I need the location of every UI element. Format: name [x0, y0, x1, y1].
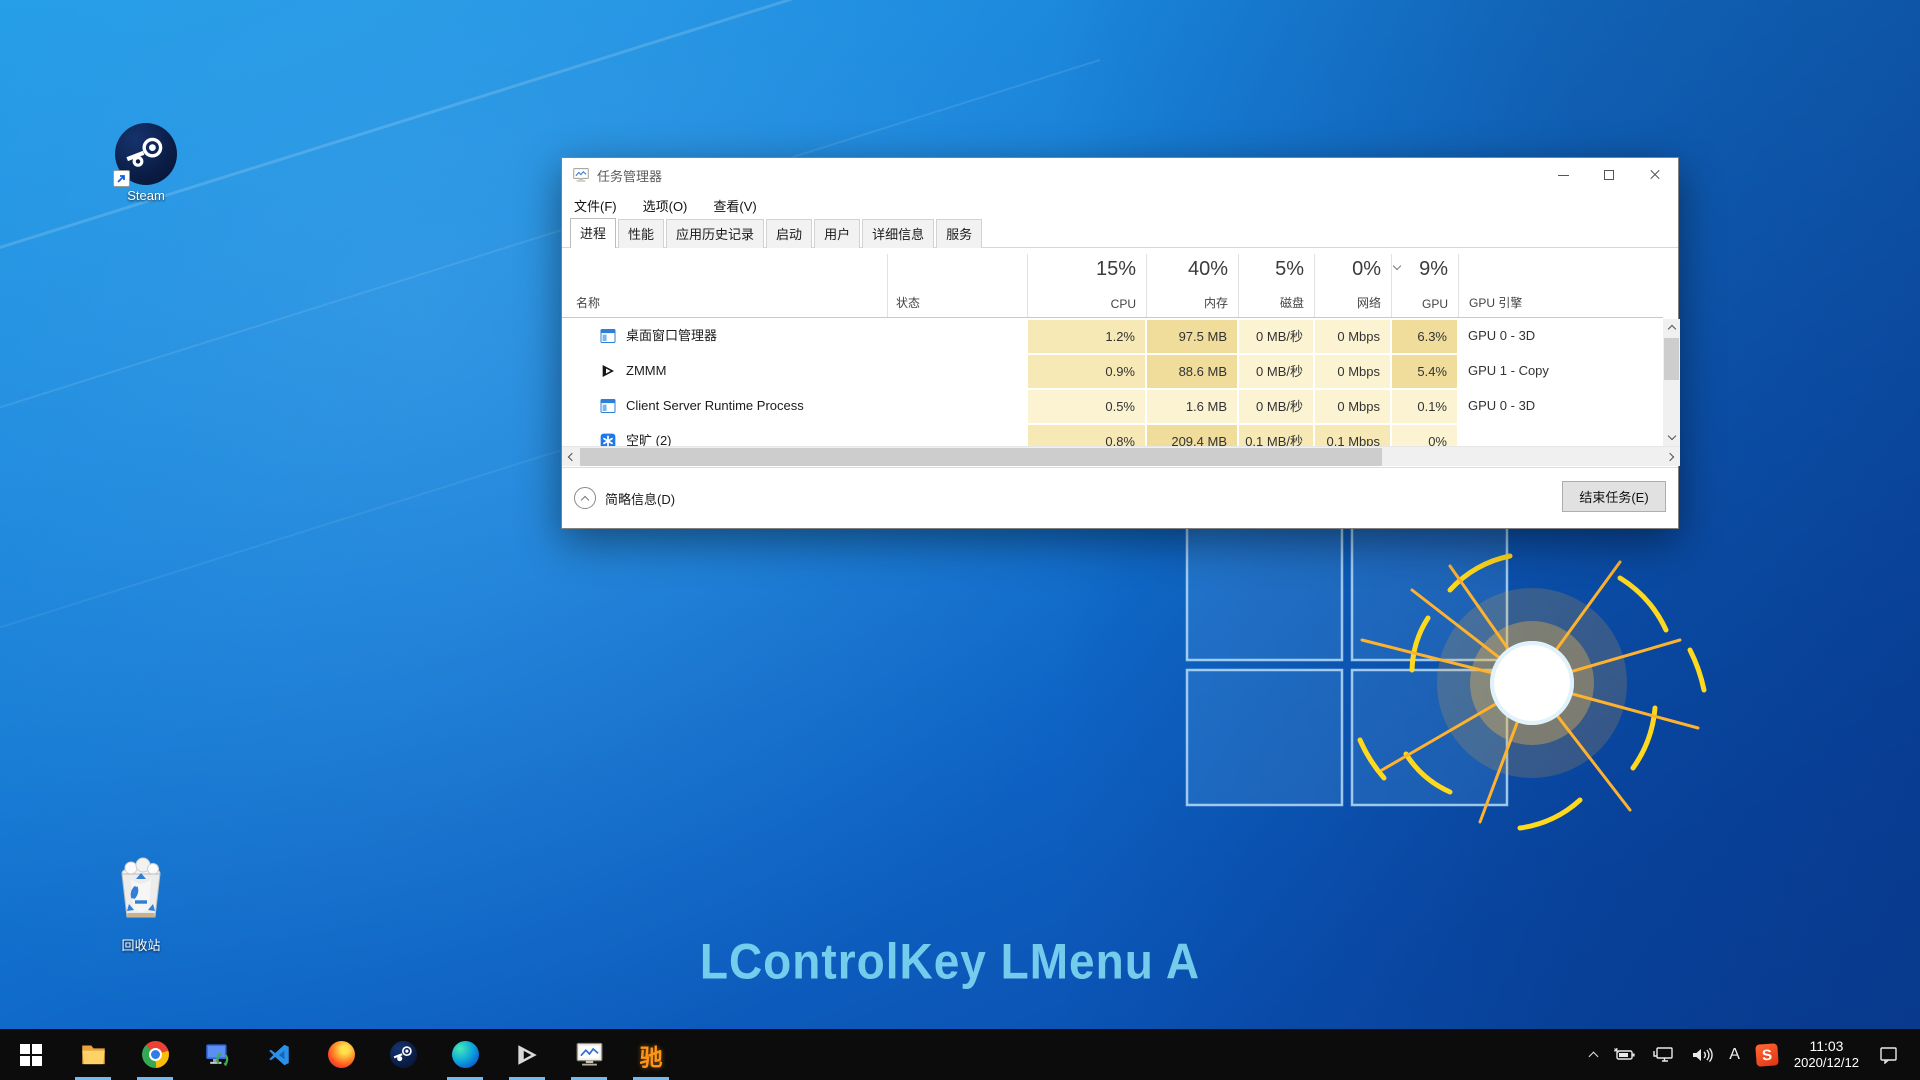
tab-details[interactable]: 详细信息: [862, 219, 934, 248]
column-header-memory[interactable]: 40% 内存: [1146, 254, 1238, 317]
watermark-text: LControlKey LMenu A: [700, 932, 1200, 990]
tray-chevron-up[interactable]: [1582, 1029, 1605, 1080]
vertical-scroll-thumb[interactable]: [1664, 338, 1679, 380]
firefox-icon: [328, 1041, 355, 1068]
windows-logo-spark: [1150, 470, 1770, 930]
close-icon: [1649, 169, 1661, 181]
menu-options[interactable]: 选项(O): [643, 196, 688, 215]
window-icon: [600, 398, 616, 414]
column-header-disk[interactable]: 5% 磁盘: [1238, 254, 1314, 317]
scroll-left-button[interactable]: [562, 448, 579, 466]
taskbar-item-remote-desktop[interactable]: [186, 1029, 248, 1080]
taskbar-item-steam[interactable]: [372, 1029, 434, 1080]
clock-date: 2020/12/12: [1794, 1055, 1859, 1071]
task-manager-window: 任务管理器 文件(F) 选项(O) 查看(V) 进程 性能 应用历史记录 启动 …: [561, 157, 1679, 529]
network-icon[interactable]: [1645, 1029, 1683, 1080]
desktop-icon-label: Steam: [98, 188, 194, 203]
expand-chevron-icon[interactable]: [578, 438, 587, 446]
desktop: { "desktop": { "watermark": "LControlKey…: [0, 0, 1920, 1080]
task-manager-icon: [576, 1042, 603, 1067]
unity-icon: [514, 1042, 540, 1068]
start-button[interactable]: [0, 1029, 62, 1080]
chrome-icon: [142, 1041, 169, 1068]
battery-icon[interactable]: [1605, 1029, 1645, 1080]
column-header-status[interactable]: 状态: [887, 254, 1027, 317]
edge-icon: [452, 1041, 479, 1068]
column-header-name[interactable]: 名称: [562, 254, 887, 317]
table-header: 名称 状态 15% CPU 40% 内存 5% 磁盘 0% 网络 9% GPU …: [562, 254, 1663, 318]
column-header-cpu[interactable]: 15% CPU: [1027, 254, 1146, 317]
vertical-scrollbar[interactable]: [1663, 319, 1680, 446]
menu-view[interactable]: 查看(V): [713, 196, 756, 215]
maximize-button[interactable]: [1586, 158, 1632, 192]
maximize-icon: [1604, 170, 1614, 180]
action-center-icon: [1879, 1046, 1898, 1064]
ime-language-indicator[interactable]: A: [1721, 1029, 1748, 1080]
taskbar-clock[interactable]: 11:03 2020/12/12: [1786, 1029, 1867, 1080]
tab-users[interactable]: 用户: [814, 219, 860, 248]
chevron-up-icon: [574, 487, 596, 509]
minimize-icon: [1558, 175, 1569, 176]
action-center-button[interactable]: [1867, 1029, 1910, 1080]
end-task-button[interactable]: 结束任务(E): [1562, 481, 1666, 512]
desktop-icon-label: 回收站: [93, 935, 189, 954]
file-explorer-icon: [80, 1041, 107, 1068]
process-row[interactable]: 空旷 (2) 0.8% 209.4 MB 0.1 MB/秒 0.1 Mbps 0…: [562, 424, 1663, 446]
taskbar-item-firefox[interactable]: [310, 1029, 372, 1080]
scroll-up-button[interactable]: [1663, 319, 1680, 336]
vscode-icon: [266, 1042, 292, 1068]
horizontal-scroll-thumb[interactable]: [580, 448, 1382, 466]
column-header-network[interactable]: 0% 网络: [1314, 254, 1391, 317]
close-button[interactable]: [1632, 158, 1678, 192]
process-row[interactable]: ZMMM 0.9% 88.6 MB 0 MB/秒 0 Mbps 5.4% GPU…: [562, 354, 1663, 389]
tab-performance[interactable]: 性能: [618, 219, 664, 248]
taskbar-item-vscode[interactable]: [248, 1029, 310, 1080]
taskbar: 驰 A: [0, 1029, 1920, 1080]
asterisk-icon: [600, 433, 616, 446]
system-tray: A S 11:03 2020/12/12: [1582, 1029, 1920, 1080]
taskbar-item-chi-app[interactable]: 驰: [620, 1029, 682, 1080]
column-header-gpu[interactable]: 9% GPU: [1391, 254, 1458, 317]
scroll-down-button[interactable]: [1663, 429, 1680, 446]
tab-processes[interactable]: 进程: [570, 218, 616, 248]
desktop-icon-steam[interactable]: Steam: [98, 123, 194, 203]
tab-startup[interactable]: 启动: [766, 219, 812, 248]
windows-logo-icon: [20, 1044, 42, 1066]
taskbar-item-unity[interactable]: [496, 1029, 558, 1080]
process-row[interactable]: 桌面窗口管理器 1.2% 97.5 MB 0 MB/秒 0 Mbps 6.3% …: [562, 319, 1663, 354]
window-footer: 简略信息(D) 结束任务(E): [562, 467, 1678, 528]
unity-icon: [600, 363, 616, 379]
horizontal-scrollbar[interactable]: [562, 446, 1680, 466]
recycle-bin-icon: [109, 855, 173, 927]
sort-indicator-icon: [1394, 260, 1400, 275]
fewer-details-toggle[interactable]: 简略信息(D): [574, 487, 675, 509]
tab-app-history[interactable]: 应用历史记录: [666, 219, 764, 248]
task-manager-app-icon: [573, 167, 589, 183]
clock-time: 11:03: [1809, 1038, 1843, 1056]
taskbar-item-chrome[interactable]: [124, 1029, 186, 1080]
shortcut-arrow-icon: [113, 170, 130, 187]
taskbar-item-edge[interactable]: [434, 1029, 496, 1080]
steam-icon: [115, 123, 177, 185]
tab-services[interactable]: 服务: [936, 219, 982, 248]
desktop-icon-recycle-bin[interactable]: 回收站: [93, 855, 189, 954]
steam-icon: [390, 1041, 417, 1068]
taskbar-item-file-explorer[interactable]: [62, 1029, 124, 1080]
process-row[interactable]: Client Server Runtime Process 0.5% 1.6 M…: [562, 389, 1663, 424]
column-header-gpu-engine[interactable]: GPU 引擎: [1458, 254, 1663, 317]
minimize-button[interactable]: [1540, 158, 1586, 192]
scroll-right-button[interactable]: [1663, 448, 1680, 466]
window-title: 任务管理器: [597, 166, 662, 185]
title-bar[interactable]: 任务管理器: [562, 158, 1678, 192]
menu-file[interactable]: 文件(F): [574, 196, 617, 215]
window-icon: [600, 328, 616, 344]
menu-bar: 文件(F) 选项(O) 查看(V): [562, 192, 1678, 219]
process-list: 桌面窗口管理器 1.2% 97.5 MB 0 MB/秒 0 Mbps 6.3% …: [562, 319, 1663, 446]
sogou-ime-icon[interactable]: S: [1748, 1029, 1786, 1080]
volume-icon[interactable]: [1683, 1029, 1721, 1080]
taskbar-item-task-manager[interactable]: [558, 1029, 620, 1080]
remote-desktop-icon: [204, 1041, 231, 1068]
tab-bar: 进程 性能 应用历史记录 启动 用户 详细信息 服务: [562, 219, 1678, 248]
chi-app-icon: 驰: [640, 1038, 663, 1072]
